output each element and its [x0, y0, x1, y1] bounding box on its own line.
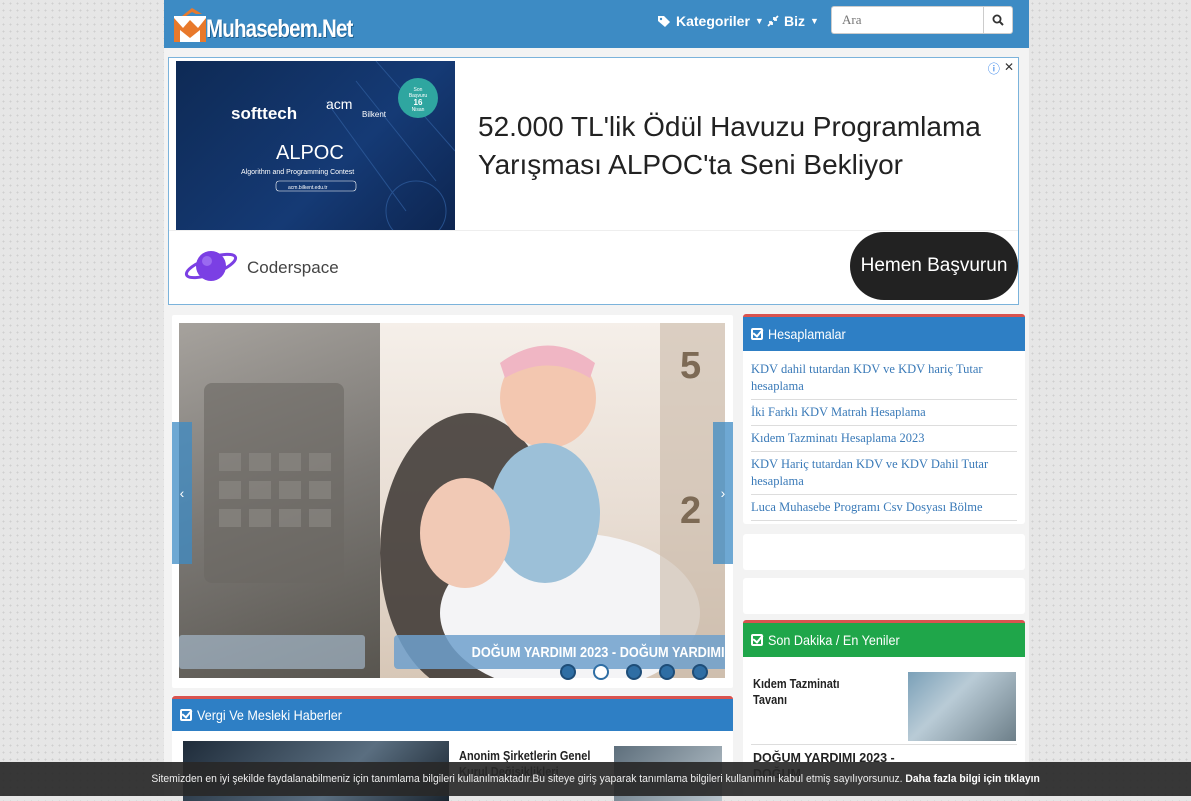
logo-text: Muhasebem.Net: [206, 15, 353, 43]
search-icon: [992, 14, 1004, 26]
hesaplamalar-title: Hesaplamalar: [768, 326, 846, 342]
search-button[interactable]: [983, 6, 1013, 34]
softtech-logo-text: softtech: [231, 104, 297, 123]
apply-now-button[interactable]: Hemen Başvurun: [850, 232, 1018, 300]
slider-next-button[interactable]: ›: [713, 422, 733, 564]
ad-image[interactable]: softtech acm Bilkent Son Başvuru 16 Nisa…: [176, 61, 455, 230]
alpoc-subtitle: Algorithm and Programming Contest: [241, 169, 354, 176]
baby-photo: 5 2: [380, 323, 725, 678]
hesaplamalar-list: KDV dahil tutardan KDV ve KDV hariç Tuta…: [743, 351, 1025, 521]
calculator-photo: [204, 383, 344, 583]
ad-banner-graphic: softtech acm Bilkent Son Başvuru 16 Nisa…: [231, 61, 455, 230]
check-square-icon: [751, 634, 763, 646]
empty-widget-2: [743, 578, 1025, 614]
tag-icon: [658, 15, 670, 27]
acm-logo-text: acm: [326, 96, 352, 112]
compress-icon: [767, 15, 779, 27]
list-item[interactable]: Luca Muhasebe Programı Csv Dosyası Bölme: [751, 495, 1017, 521]
cookie-more-info-link[interactable]: Daha fazla bilgi için tıklayın: [905, 773, 1039, 785]
slider-prev-button[interactable]: ‹: [172, 422, 192, 564]
slider-dot-3[interactable]: [626, 664, 642, 680]
slider-dot-5[interactable]: [692, 664, 708, 680]
slide-image-active[interactable]: 5 2: [380, 323, 725, 678]
svg-text:2: 2: [680, 490, 701, 532]
close-icon[interactable]: ✕: [1004, 60, 1014, 77]
top-navbar: Muhasebem.Net Kategoriler ▼ Biz ▼: [164, 0, 1029, 48]
list-item[interactable]: KDV Hariç tutardan KDV ve KDV Dahil Tuta…: [751, 452, 1017, 495]
list-item[interactable]: İki Farklı KDV Matrah Hesaplama: [751, 400, 1017, 426]
deadline-badge-day: 16: [414, 98, 423, 107]
search-input[interactable]: [831, 6, 983, 34]
nav-kategoriler-label: Kategoriler: [676, 13, 750, 29]
divider: [169, 230, 1018, 231]
site-logo[interactable]: Muhasebem.Net: [172, 4, 385, 44]
svg-text:5: 5: [680, 345, 701, 387]
alpoc-url: acm.bilkent.edu.tr: [288, 185, 328, 191]
son-dakika-item-thumbnail[interactable]: [908, 672, 1016, 741]
page-container: Muhasebem.Net Kategoriler ▼ Biz ▼ ⓘ ✕: [164, 0, 1029, 801]
check-square-icon: [180, 709, 192, 721]
list-item[interactable]: KDV dahil tutardan KDV ve KDV hariç Tuta…: [751, 357, 1017, 400]
slider-dot-2[interactable]: [593, 664, 609, 680]
slide-image-previous[interactable]: [179, 323, 380, 678]
nav-biz[interactable]: Biz ▼: [767, 13, 819, 29]
chevron-down-icon: ▼: [754, 16, 764, 26]
advertisement[interactable]: ⓘ ✕ softtech acm Bilkent Son Başvuru 16 …: [168, 57, 1019, 305]
ad-headline[interactable]: 52.000 TL'lik Ödül Havuzu Programlama Ya…: [478, 108, 998, 184]
nav-kategoriler[interactable]: Kategoriler ▼: [657, 13, 764, 29]
news-slider: 5 2 ‹ › DOĞUM YARDIMI 2023 - DOĞUM YARDI…: [172, 315, 733, 688]
hesaplamalar-panel: Hesaplamalar KDV dahil tutardan KDV ve K…: [743, 314, 1025, 524]
hesaplamalar-header: Hesaplamalar: [743, 314, 1025, 351]
info-icon[interactable]: ⓘ: [988, 60, 1000, 77]
ad-choices[interactable]: ⓘ ✕: [988, 60, 1014, 77]
alpoc-title: ALPOC: [276, 142, 344, 164]
nav-biz-label: Biz: [784, 13, 805, 29]
slider-indicators: [560, 664, 708, 680]
son-dakika-header: Son Dakika / En Yeniler: [743, 620, 1025, 657]
cookie-consent-bar: Sitemizden en iyi şekilde faydalanabilme…: [0, 762, 1191, 796]
logo-m-icon: [174, 8, 206, 42]
bilkent-logo-text: Bilkent: [362, 110, 387, 119]
slide-caption-previous[interactable]: [179, 635, 365, 669]
chevron-down-icon: ▼: [810, 16, 819, 26]
deadline-badge-month: Nisan: [412, 107, 425, 113]
son-dakika-title: Son Dakika / En Yeniler: [768, 632, 900, 648]
slider-dot-1[interactable]: [560, 664, 576, 680]
check-square-icon: [751, 328, 763, 340]
slider-dot-4[interactable]: [659, 664, 675, 680]
list-item[interactable]: Kıdem Tazminatı Hesaplama 2023: [751, 426, 1017, 452]
divider: [751, 744, 1017, 745]
search-form: [831, 6, 1013, 34]
chevron-right-icon: ›: [720, 485, 726, 501]
vergi-haberler-title: Vergi Ve Mesleki Haberler: [197, 707, 342, 723]
vergi-haberler-header: Vergi Ve Mesleki Haberler: [172, 696, 733, 731]
chevron-left-icon: ‹: [179, 485, 185, 501]
slide-caption-text: DOĞUM YARDIMI 2023 - DOĞUM YARDIMI: [472, 643, 725, 661]
son-dakika-item-title[interactable]: Kıdem Tazminatı Tavanı: [753, 676, 876, 708]
ad-brand-name[interactable]: Coderspace: [247, 258, 339, 278]
coderspace-planet-icon: [184, 251, 238, 281]
empty-widget-1: [743, 534, 1025, 570]
cookie-text: Sitemizden en iyi şekilde faydalanabilme…: [151, 773, 903, 785]
